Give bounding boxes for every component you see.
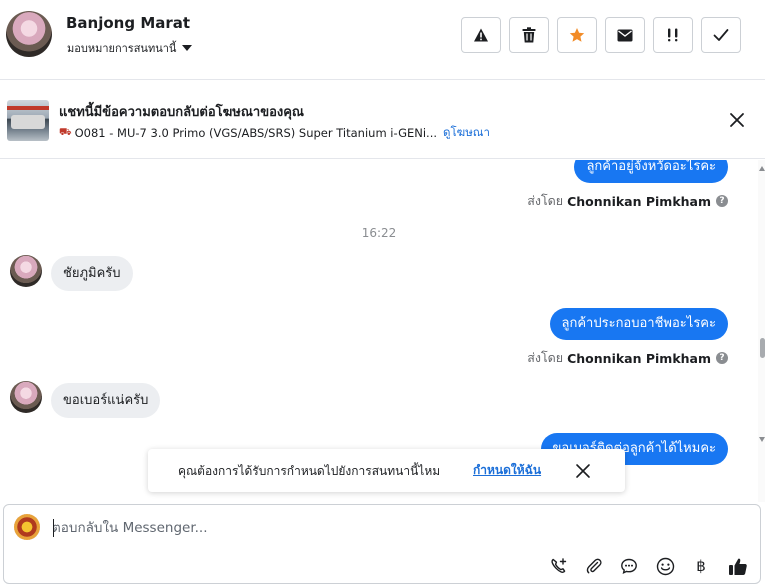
phone-add-icon bbox=[551, 558, 567, 573]
sent-by-agent[interactable]: Chonnikan Pimkham bbox=[567, 351, 711, 366]
reply-input[interactable] bbox=[52, 517, 742, 539]
paperclip-icon bbox=[586, 558, 602, 574]
assign-prompt-toast: คุณต้องการได้รับการกำหนดไปยังการสนทนานี้… bbox=[148, 449, 625, 492]
reply-composer: ฿ bbox=[3, 504, 761, 584]
ad-reply-banner: แชทนี้มีข้อความตอบกลับต่อโฆษณาของคุณ ⛟ O… bbox=[0, 81, 765, 159]
incoming-message[interactable]: ขอเบอร์แน่ครับ bbox=[51, 383, 161, 418]
ad-banner-title: แชทนี้มีข้อความตอบกลับต่อโฆษณาของคุณ bbox=[59, 105, 304, 120]
thumbnail-stripe bbox=[7, 106, 49, 110]
report-spam-button[interactable] bbox=[461, 17, 501, 53]
ad-product-line: ⛟ O081 - MU-7 3.0 Primo (VGS/ABS/SRS) Su… bbox=[59, 124, 490, 142]
ad-thumbnail[interactable] bbox=[7, 100, 49, 141]
close-icon[interactable] bbox=[574, 462, 592, 480]
contact-avatar-small[interactable] bbox=[10, 255, 42, 287]
sent-by-agent[interactable]: Chonnikan Pimkham bbox=[567, 194, 711, 209]
incoming-message[interactable]: ชัยภูมิครับ bbox=[51, 256, 133, 291]
send-like-button[interactable] bbox=[727, 555, 749, 577]
emoji-icon bbox=[656, 557, 674, 575]
follow-up-button[interactable] bbox=[653, 17, 693, 53]
sent-by-label: ส่งโดย Chonnikan Pimkham ? bbox=[527, 348, 728, 368]
star-button[interactable] bbox=[557, 17, 597, 53]
payment-button[interactable]: ฿ bbox=[690, 555, 712, 577]
timestamp-separator: 16:22 bbox=[361, 226, 397, 240]
outgoing-message[interactable]: ลูกค้าประกอบอาชีพอะไรคะ bbox=[549, 308, 728, 340]
scrollbar-track[interactable] bbox=[758, 160, 765, 502]
baht-icon: ฿ bbox=[696, 557, 706, 575]
assign-prompt-text: คุณต้องการได้รับการกำหนดไปยังการสนทนานี้… bbox=[178, 464, 441, 478]
help-icon[interactable]: ? bbox=[716, 352, 728, 364]
contact-avatar[interactable] bbox=[6, 11, 52, 57]
assign-label: มอบหมายการสนทนานี้ bbox=[67, 42, 177, 55]
sent-by-prefix: ส่งโดย bbox=[527, 193, 564, 208]
text-cursor bbox=[53, 519, 54, 537]
attach-file-button[interactable] bbox=[583, 555, 605, 577]
mark-done-button[interactable] bbox=[701, 17, 741, 53]
scrollbar-thumb[interactable] bbox=[760, 338, 765, 358]
sent-by-prefix: ส่งโดย bbox=[527, 350, 564, 365]
page-avatar bbox=[14, 514, 40, 540]
emoji-button[interactable] bbox=[654, 555, 676, 577]
warning-icon bbox=[474, 28, 488, 42]
delete-button[interactable] bbox=[509, 17, 549, 53]
saved-replies-button[interactable] bbox=[618, 555, 640, 577]
truck-icon: ⛟ bbox=[59, 126, 72, 138]
caret-down-icon bbox=[182, 45, 193, 51]
envelope-icon bbox=[617, 29, 633, 41]
contact-name[interactable]: Banjong Marat bbox=[66, 14, 190, 32]
thumbs-up-icon bbox=[729, 558, 747, 575]
conversation-header: Banjong Marat มอบหมายการสนทนานี้ bbox=[0, 0, 765, 80]
sent-by-label: ส่งโดย Chonnikan Pimkham ? bbox=[527, 191, 728, 211]
exclamation-icon bbox=[668, 28, 678, 42]
view-ad-link[interactable]: ดูโฆษณา bbox=[443, 124, 490, 142]
thumbnail-car bbox=[11, 115, 45, 129]
help-icon[interactable]: ? bbox=[716, 195, 728, 207]
star-icon bbox=[569, 28, 585, 42]
assign-to-me-link[interactable]: กำหนดให้ฉัน bbox=[473, 461, 541, 480]
mark-unread-button[interactable] bbox=[605, 17, 645, 53]
outgoing-message[interactable]: ลูกค้าอยู่จังหวัดอะไรคะ bbox=[574, 160, 728, 183]
add-call-button[interactable] bbox=[548, 555, 570, 577]
close-icon[interactable] bbox=[725, 108, 749, 132]
saved-reply-icon bbox=[621, 558, 637, 575]
scroll-down-arrow-icon[interactable] bbox=[759, 437, 765, 442]
trash-icon bbox=[522, 27, 536, 43]
ad-product-name: O081 - MU-7 3.0 Primo (VGS/ABS/SRS) Supe… bbox=[74, 126, 438, 140]
assign-conversation-dropdown[interactable]: มอบหมายการสนทนานี้ bbox=[67, 39, 193, 57]
messenger-conversation-panel: Banjong Marat มอบหมายการสนทนานี้ แชทนี้ม… bbox=[0, 0, 765, 585]
scroll-up-arrow-icon[interactable] bbox=[759, 166, 765, 171]
check-icon bbox=[713, 29, 729, 41]
contact-avatar-small[interactable] bbox=[10, 381, 42, 413]
